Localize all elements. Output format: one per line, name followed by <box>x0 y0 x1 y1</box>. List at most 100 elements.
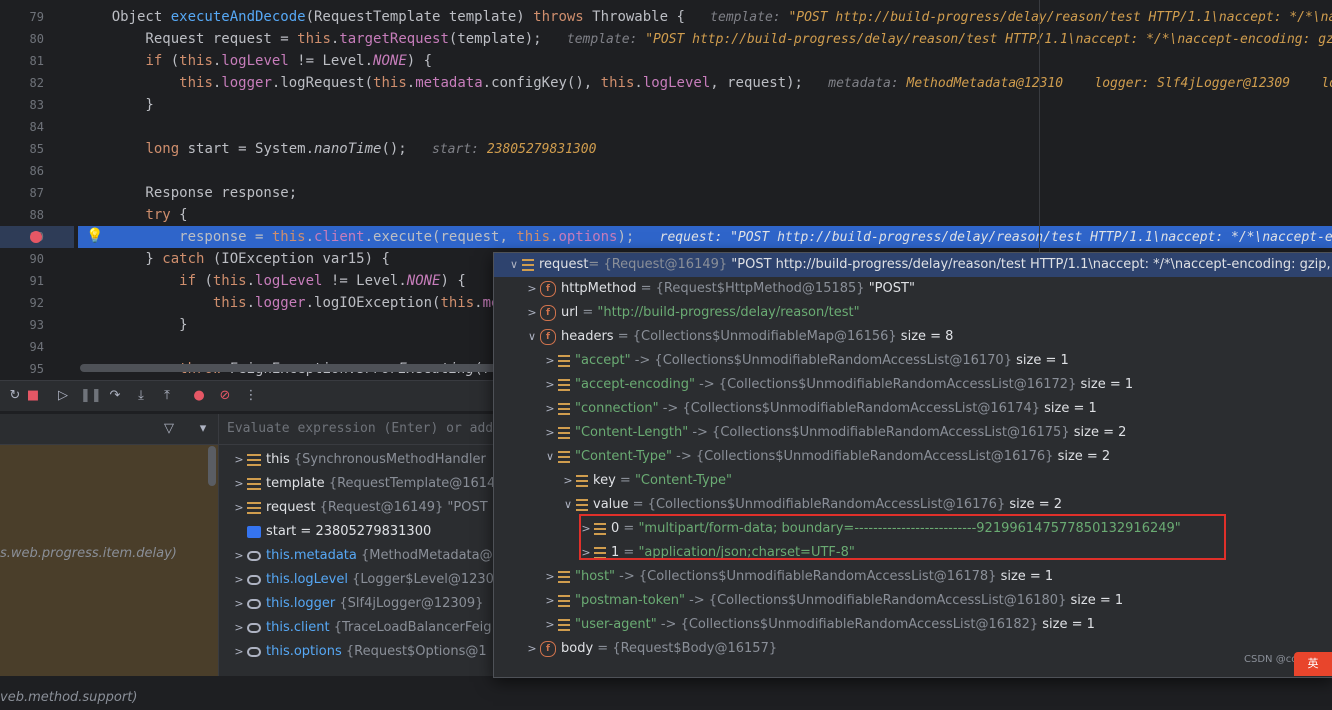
frame-item[interactable] <box>0 566 210 590</box>
variable-row[interactable]: > template {RequestTemplate@1614 <box>231 472 495 496</box>
variable-value: {Slf4jLogger@12309} <box>339 596 484 611</box>
variable-row[interactable]: > this {SynchronousMethodHandler <box>231 448 486 472</box>
frame-item[interactable]: s.web.progress.item.delay) <box>0 542 210 566</box>
frame-item[interactable] <box>0 590 210 614</box>
filter-icon[interactable]: ▽ <box>160 420 178 438</box>
expand-chevron-icon[interactable]: > <box>231 592 247 616</box>
code-line[interactable]: Object executeAndDecode(RequestTemplate … <box>78 6 1332 28</box>
expand-chevron-icon[interactable]: ∨ <box>560 493 576 517</box>
field-list-icon <box>247 453 261 466</box>
expand-chevron-icon[interactable]: > <box>231 640 247 664</box>
frame-item[interactable] <box>0 518 210 542</box>
field-list-icon <box>558 354 570 367</box>
variable-row[interactable]: start = 23805279831300 <box>247 520 431 544</box>
inspect-row[interactable]: > "Content-Length" -> {Collections$Unmodi… <box>494 421 1332 445</box>
current-execution-line[interactable]: response = this.client.execute(request, … <box>78 226 1332 248</box>
frame-item[interactable]: veb.method.support) <box>0 686 210 710</box>
evaluate-expression-input[interactable]: Evaluate expression (Enter) or add <box>219 414 503 445</box>
variable-row[interactable]: > this.metadata {MethodMetadata@ <box>231 544 492 568</box>
expand-chevron-icon[interactable]: > <box>231 568 247 592</box>
variable-row[interactable]: > this.client {TraceLoadBalancerFeig <box>231 616 491 640</box>
expand-chevron-icon[interactable]: > <box>524 637 540 661</box>
expand-chevron-icon[interactable]: ∨ <box>542 445 558 469</box>
frame-item[interactable] <box>0 662 210 686</box>
stop-icon[interactable]: ■ <box>24 387 42 405</box>
expand-chevron-icon[interactable]: > <box>231 544 247 568</box>
expand-chevron-icon[interactable]: > <box>542 373 558 397</box>
resume-icon[interactable]: ▷ <box>54 387 72 405</box>
expand-chevron-icon[interactable]: > <box>542 397 558 421</box>
frames-scrollbar[interactable] <box>208 446 216 486</box>
pause-icon[interactable]: ❚❚ <box>80 387 102 405</box>
code-line[interactable]: try { <box>78 204 1332 226</box>
step-out-icon[interactable]: ⤒ <box>158 387 176 405</box>
inspect-row[interactable]: > "connection" -> {Collections$Unmodifiab… <box>494 397 1332 421</box>
expand-chevron-icon[interactable]: > <box>231 616 247 640</box>
variable-value: {Request@16149} "POST <box>319 500 488 515</box>
inspect-row[interactable]: > f body = {Request$Body@16157} <box>494 637 1332 661</box>
inspect-row[interactable]: > "postman-token" -> {Collections$Unmodif… <box>494 589 1332 613</box>
inline-hint-value: MethodMetadata@12310 logger: Slf4jLogger… <box>906 76 1332 91</box>
expand-chevron-icon[interactable]: ∨ <box>524 325 540 349</box>
expand-chevron-icon[interactable]: > <box>542 565 558 589</box>
expand-chevron-icon[interactable]: > <box>231 448 247 472</box>
expand-chevron-icon[interactable]: > <box>542 349 558 373</box>
variable-row[interactable]: > this.logger {Slf4jLogger@12309} <box>231 592 483 616</box>
inspect-row[interactable]: ∨ f headers = {Collections$UnmodifiableMap… <box>494 325 1332 349</box>
expand-chevron-icon[interactable]: > <box>524 301 540 325</box>
code-line[interactable]: Response response; <box>78 182 1332 204</box>
inspect-row[interactable]: > f url = "http://build-progress/delay/rea… <box>494 301 1332 325</box>
variable-name: start <box>266 524 297 539</box>
view-breakpoints-icon[interactable]: ● <box>190 387 208 405</box>
field-list-icon <box>558 426 570 439</box>
field-list-icon <box>558 594 570 607</box>
expand-chevron-icon[interactable]: > <box>542 421 558 445</box>
expand-chevron-icon[interactable]: > <box>542 589 558 613</box>
code-line[interactable]: } <box>78 94 1332 116</box>
line-number: 81 <box>29 54 44 68</box>
inspect-row[interactable]: > f httpMethod = {Request$HttpMethod@15185… <box>494 277 1332 301</box>
mute-breakpoints-icon[interactable]: ⊘ <box>216 387 234 405</box>
expand-chevron-icon[interactable]: > <box>524 277 540 301</box>
frame-item[interactable] <box>0 494 210 518</box>
inspect-row[interactable]: > "accept-encoding" -> {Collections$Unmod… <box>494 373 1332 397</box>
expand-chevron-icon[interactable]: ∨ <box>506 253 522 277</box>
inspect-row[interactable]: ∨ request= {Request@16149} "POST http://b… <box>494 253 1332 277</box>
inspect-row[interactable]: > key = "Content-Type" <box>494 469 1332 493</box>
variable-name: this.logLevel <box>266 572 348 587</box>
expand-chevron-icon[interactable]: > <box>231 472 247 496</box>
chevron-down-icon[interactable]: ▾ <box>194 420 212 438</box>
line-number: 86 <box>29 164 44 178</box>
frame-item[interactable] <box>0 446 210 470</box>
frame-item[interactable] <box>0 470 210 494</box>
variable-row[interactable]: > this.options {Request$Options@1 <box>231 640 486 664</box>
inspect-type: = <box>578 305 598 320</box>
variable-row[interactable]: > request {Request@16149} "POST <box>231 496 488 520</box>
inspect-type: -> {Collections$UnmodifiableRandomAccess… <box>694 377 1077 392</box>
variable-row[interactable]: > this.logLevel {Logger$Level@1230 <box>231 568 494 592</box>
code-line[interactable]: Request request = this.targetRequest(tem… <box>78 28 1332 50</box>
inspect-value: size = 1 <box>1011 353 1069 368</box>
frame-item[interactable] <box>0 614 210 638</box>
horizontal-scrollbar[interactable] <box>80 364 500 372</box>
breakpoint-icon[interactable] <box>30 231 42 243</box>
variables-panel: Evaluate expression (Enter) or add > this… <box>218 414 503 676</box>
frame-item[interactable] <box>0 638 210 662</box>
step-into-icon[interactable]: ⤓ <box>132 387 150 405</box>
inspect-row[interactable]: > "host" -> {Collections$UnmodifiableRand… <box>494 565 1332 589</box>
inspect-row[interactable]: > "user-agent" -> {Collections$Unmodifiab… <box>494 613 1332 637</box>
restart-icon[interactable]: ↻ <box>6 387 24 405</box>
inspect-row[interactable]: > "accept" -> {Collections$UnmodifiableRa… <box>494 349 1332 373</box>
code-line[interactable]: long start = System.nanoTime(); start: 2… <box>78 138 1332 160</box>
more-options-icon[interactable]: ⋮ <box>242 387 260 405</box>
code-line[interactable] <box>78 160 1332 182</box>
expand-chevron-icon[interactable]: > <box>231 496 247 520</box>
expand-chevron-icon[interactable]: > <box>560 469 576 493</box>
step-over-icon[interactable]: ↷ <box>106 387 124 405</box>
expand-chevron-icon[interactable]: > <box>542 613 558 637</box>
lightbulb-icon[interactable]: 💡 <box>86 228 103 244</box>
code-line[interactable]: this.logger.logRequest(this.metadata.con… <box>78 72 1332 94</box>
code-line[interactable] <box>78 116 1332 138</box>
inspect-row[interactable]: ∨ "Content-Type" -> {Collections$Unmodifi… <box>494 445 1332 469</box>
code-line[interactable]: if (this.logLevel != Level.NONE) { <box>78 50 1332 72</box>
